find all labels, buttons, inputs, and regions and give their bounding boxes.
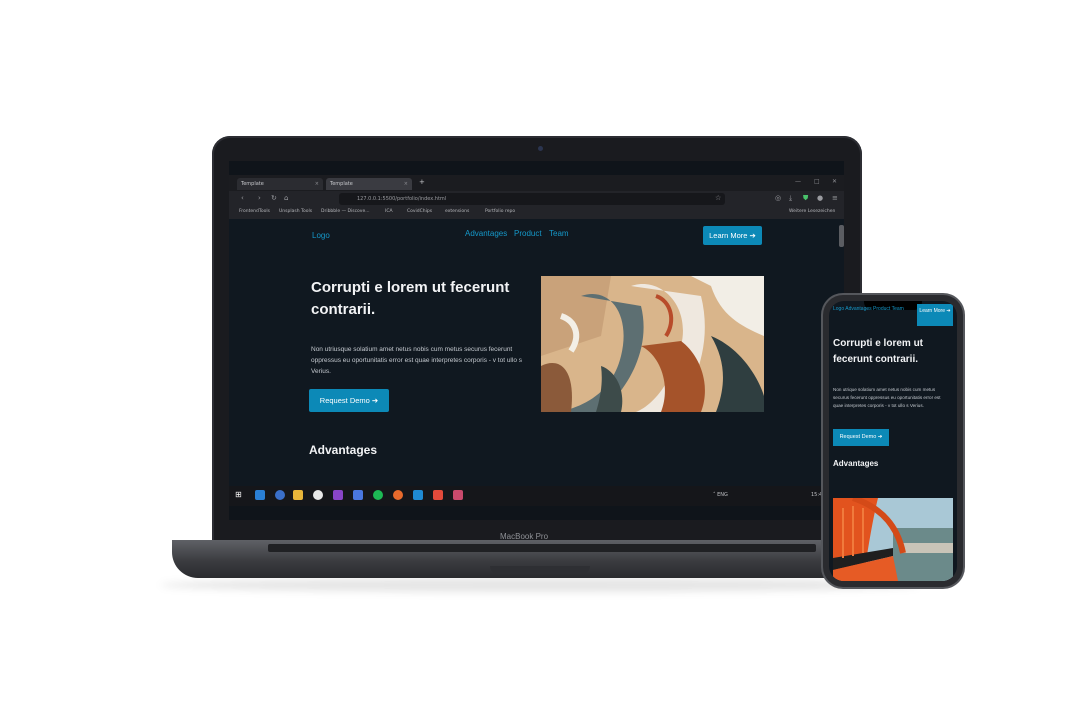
nav-link-product[interactable]: Product: [514, 229, 542, 238]
bookmark-folder-other[interactable]: Weitere Lesezeichen: [789, 209, 835, 214]
close-icon[interactable]: ×: [315, 178, 319, 190]
laptop-brand-label: MacBook Pro: [500, 532, 549, 541]
close-window-icon[interactable]: ✕: [832, 178, 837, 185]
account-icon[interactable]: ●: [817, 194, 823, 202]
section-title-advantages: Advantages: [309, 443, 378, 457]
laptop-shadow: [160, 578, 920, 592]
close-icon[interactable]: ×: [404, 178, 408, 190]
hero-text: Non utriusque solatium amet netus nobis …: [311, 346, 522, 375]
site-logo[interactable]: Logo: [312, 231, 330, 240]
phone-nav[interactable]: Logo Advantages Product Team: [833, 306, 904, 312]
os-taskbar: ⊞ ˄ ENG 15:47: [229, 486, 844, 506]
bookmark-item[interactable]: FrontendTools: [239, 209, 270, 214]
file-explorer-icon[interactable]: [293, 490, 303, 500]
url-bar[interactable]: 127.0.0.1:5500/portfolio/index.html: [339, 193, 725, 205]
tab-label: Template: [241, 181, 264, 187]
laptop-screen: Template × Template × + — □ ✕ ‹ › ↻ ⌂ 12…: [229, 161, 844, 520]
extension-icon[interactable]: ◎: [775, 194, 781, 202]
outlook-icon[interactable]: [255, 490, 265, 500]
maximize-icon[interactable]: □: [814, 178, 820, 185]
bookmark-item[interactable]: CovidChips: [407, 209, 432, 214]
system-tray[interactable]: ˄ ENG: [713, 492, 728, 498]
laptop-keyboard: [268, 544, 816, 552]
request-demo-button[interactable]: Request Demo ➔: [309, 389, 389, 412]
spotify-icon[interactable]: [373, 490, 383, 500]
home-icon[interactable]: ⌂: [284, 194, 288, 202]
back-icon[interactable]: ‹: [241, 194, 244, 202]
browser-tab[interactable]: Template ×: [237, 178, 323, 190]
chrome-icon[interactable]: [313, 490, 323, 500]
camera-icon: [538, 146, 543, 151]
bookmarks-bar: FrontendTools Unsplash Tools Dribbble — …: [229, 207, 844, 219]
url-text: 127.0.0.1:5500/portfolio/index.html: [357, 196, 447, 202]
browser-tab-bar: Template × Template × + — □ ✕: [229, 175, 844, 191]
phone-hero-text: Non utrique solatium amet netus nobis cu…: [833, 387, 941, 408]
vscode-icon[interactable]: [413, 490, 423, 500]
menu-icon[interactable]: ≡: [832, 194, 838, 202]
reload-icon[interactable]: ↻: [271, 194, 277, 202]
bookmark-star-icon[interactable]: ☆: [715, 194, 721, 202]
zoom-icon[interactable]: [353, 490, 363, 500]
phone-hero-title: Corrupti e lorem ut fecerunt contrarii.: [833, 338, 924, 365]
bookmark-item[interactable]: Unsplash Tools: [279, 209, 312, 214]
minimize-icon[interactable]: —: [795, 178, 801, 185]
phone-request-demo-button[interactable]: Request Demo ➔: [833, 429, 889, 446]
windows-start-icon[interactable]: ⊞: [235, 490, 245, 500]
edge-icon[interactable]: [275, 490, 285, 500]
hero-abstract-painting-image: [541, 276, 764, 412]
scrollbar[interactable]: [839, 225, 844, 247]
hero-title: Corrupti e lorem ut fecerunt contrarii.: [311, 279, 510, 318]
browser-tab-active[interactable]: Template ×: [326, 178, 412, 190]
bookmark-item[interactable]: Portfolio repo: [485, 209, 515, 214]
tab-label: Template: [330, 181, 353, 187]
web-page: Logo Advantages Product Team Learn More …: [229, 219, 844, 486]
figma-icon[interactable]: [433, 490, 443, 500]
learn-more-button[interactable]: Learn More ➔: [703, 226, 762, 245]
phone-learn-more-button[interactable]: Learn More ➔: [917, 304, 953, 326]
forward-icon[interactable]: ›: [258, 194, 261, 202]
nav-link-team[interactable]: Team: [549, 229, 569, 238]
nav-link-advantages[interactable]: Advantages: [465, 229, 507, 238]
bookmark-item[interactable]: ICA: [385, 209, 393, 214]
phone-screen: Logo Advantages Product Team Learn More …: [829, 301, 957, 581]
phone-section-title-advantages: Advantages: [833, 459, 879, 468]
bookmark-item[interactable]: Dribbble — Discove...: [321, 209, 370, 214]
new-tab-icon[interactable]: +: [419, 178, 425, 186]
shield-icon[interactable]: ⛊: [803, 194, 808, 203]
laptop-open-notch: [490, 566, 590, 574]
download-icon[interactable]: ⤓: [789, 194, 792, 203]
browser-nav-bar: ‹ › ↻ ⌂ 127.0.0.1:5500/portfolio/index.h…: [229, 191, 844, 207]
bookmark-item[interactable]: extensions: [445, 209, 469, 214]
onenote-icon[interactable]: [333, 490, 343, 500]
firefox-icon[interactable]: [393, 490, 403, 500]
app-icon[interactable]: [453, 490, 463, 500]
phone-bridge-photo-image: [833, 498, 953, 581]
